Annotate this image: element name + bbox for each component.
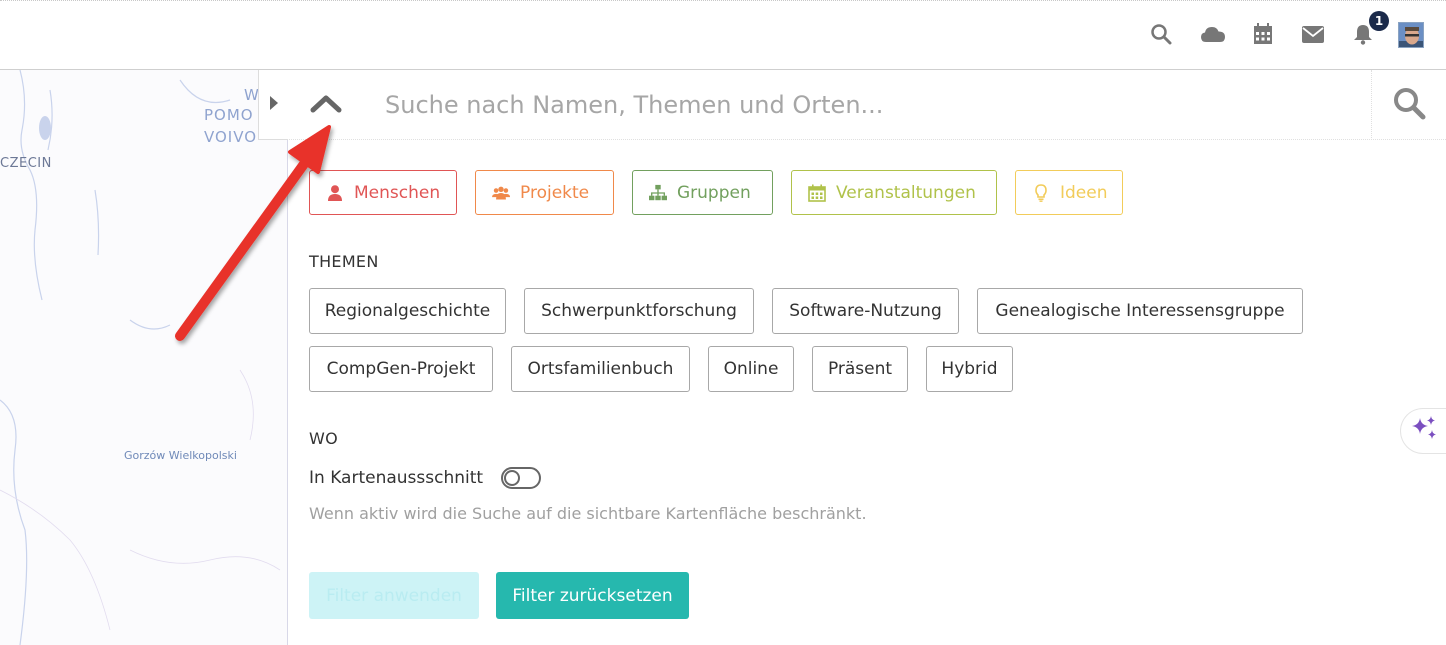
sitemap-icon (649, 184, 667, 202)
type-filter-label: Gruppen (677, 182, 751, 203)
map-label-city-gorzow: Gorzów Wielkopolski (124, 449, 237, 462)
theme-tag-software-nutzung[interactable]: Software-Nutzung (772, 288, 959, 334)
theme-tag-hybrid[interactable]: Hybrid (926, 346, 1013, 392)
ai-assistant-button[interactable] (1400, 408, 1446, 454)
calendar-icon[interactable] (1250, 21, 1276, 47)
search-icon (1392, 86, 1426, 124)
lightbulb-icon (1032, 183, 1050, 202)
calendar-icon (808, 184, 826, 202)
search-icon[interactable] (1148, 21, 1174, 47)
caret-right-icon (269, 95, 278, 114)
theme-tag-regionalgeschichte[interactable]: Regionalgeschichte (309, 288, 506, 334)
map-panel-toggle[interactable] (258, 70, 288, 140)
search-input[interactable] (385, 84, 1355, 126)
map-view[interactable]: POMO VOIVO W CZECIN Gorzów Wielkopolski (0, 70, 288, 645)
map-label-city-szczecin: CZECIN (0, 156, 52, 171)
reset-filter-button[interactable]: Filter zurücksetzen (496, 572, 689, 619)
type-filter-menschen[interactable]: Menschen (309, 170, 457, 215)
map-extent-toggle-label: In Kartenaussschnitt (309, 468, 484, 488)
users-icon (492, 184, 510, 202)
search-filter-panel: Menschen Projekte Gruppen Veranstaltunge… (289, 70, 1446, 645)
user-icon (326, 184, 344, 202)
theme-tag-online[interactable]: Online (708, 346, 794, 392)
chevron-up-icon (310, 93, 342, 117)
type-filter-label: Ideen (1060, 182, 1108, 203)
type-filter-label: Veranstaltungen (836, 182, 976, 203)
map-extent-hint: Wenn aktiv wird die Suche auf die sichtb… (309, 504, 867, 523)
type-filter-ideen[interactable]: Ideen (1015, 170, 1123, 215)
collapse-filter-button[interactable] (309, 92, 343, 118)
avatar[interactable] (1398, 22, 1424, 48)
mail-icon[interactable] (1300, 21, 1326, 47)
search-bar (289, 70, 1446, 140)
toggle-knob (504, 470, 520, 486)
theme-tag-praesent[interactable]: Präsent (812, 346, 908, 392)
type-filter-gruppen[interactable]: Gruppen (632, 170, 773, 215)
map-label-region: POMO (204, 106, 254, 124)
type-filter-projekte[interactable]: Projekte (475, 170, 614, 215)
search-button[interactable] (1371, 70, 1446, 140)
notification-badge: 1 (1369, 11, 1389, 31)
themen-heading: THEMEN (309, 252, 379, 271)
theme-tag-schwerpunktforschung[interactable]: Schwerpunktforschung (524, 288, 754, 334)
type-filter-label: Menschen (354, 182, 441, 203)
sparkle-icon (1409, 414, 1439, 448)
type-filter-veranstaltungen[interactable]: Veranstaltungen (791, 170, 997, 215)
map-extent-toggle[interactable] (501, 467, 541, 489)
wo-heading: WO (309, 429, 339, 448)
type-filter-label: Projekte (520, 182, 590, 203)
top-navigation-bar: 1 (0, 0, 1446, 70)
theme-tag-genealogische-interessensgruppe[interactable]: Genealogische Interessensgruppe (977, 288, 1303, 334)
theme-tag-compgen-projekt[interactable]: CompGen-Projekt (309, 346, 493, 392)
apply-filter-button[interactable]: Filter anwenden (309, 572, 479, 619)
map-label-voivodeship: VOIVO (204, 128, 258, 146)
cloud-icon[interactable] (1200, 21, 1226, 47)
theme-tag-ortsfamilienbuch[interactable]: Ortsfamilienbuch (511, 346, 690, 392)
